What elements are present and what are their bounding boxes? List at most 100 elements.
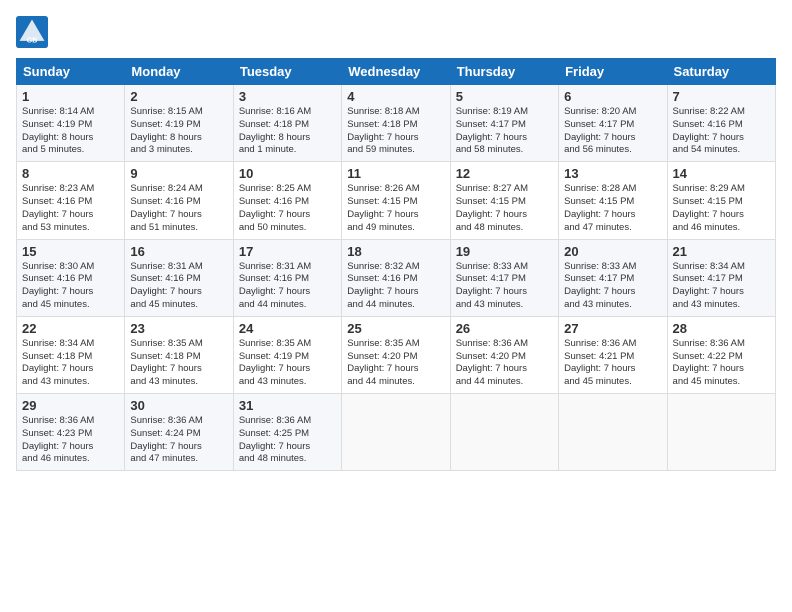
- day-info: Sunrise: 8:22 AM Sunset: 4:16 PM Dayligh…: [673, 106, 770, 157]
- day-header-saturday: Saturday: [667, 59, 775, 85]
- day-info: Sunrise: 8:33 AM Sunset: 4:17 PM Dayligh…: [564, 261, 661, 312]
- day-cell: 6Sunrise: 8:20 AM Sunset: 4:17 PM Daylig…: [559, 85, 667, 162]
- day-number: 21: [673, 244, 770, 259]
- day-cell: 23 Sunrise: 8:35 AM Sunset: 4:18 PM Dayli…: [125, 316, 233, 393]
- day-number: 3: [239, 89, 336, 104]
- day-number: 13: [564, 166, 661, 181]
- day-header-friday: Friday: [559, 59, 667, 85]
- week-row-2: 8 Sunrise: 8:23 AM Sunset: 4:16 PM Daylig…: [17, 162, 776, 239]
- day-info: Sunrise: 8:28 AM Sunset: 4:15 PM Dayligh…: [564, 183, 661, 234]
- day-info: Sunrise: 8:29 AM Sunset: 4:15 PM Dayligh…: [673, 183, 770, 234]
- day-info: Sunrise: 8:26 AM Sunset: 4:15 PM Dayligh…: [347, 183, 444, 234]
- day-number: 5: [456, 89, 553, 104]
- day-number: 28: [673, 321, 770, 336]
- day-cell: 8 Sunrise: 8:23 AM Sunset: 4:16 PM Daylig…: [17, 162, 125, 239]
- day-cell: 5 Sunrise: 8:19 AM Sunset: 4:17 PM Daylig…: [450, 85, 558, 162]
- day-cell: 15 Sunrise: 8:30 AM Sunset: 4:16 PM Dayli…: [17, 239, 125, 316]
- day-number: 1: [22, 89, 119, 104]
- day-cell: 29 Sunrise: 8:36 AM Sunset: 4:23 PM Dayli…: [17, 394, 125, 471]
- week-row-3: 15 Sunrise: 8:30 AM Sunset: 4:16 PM Dayli…: [17, 239, 776, 316]
- day-number: 6: [564, 89, 661, 104]
- day-number: 11: [347, 166, 444, 181]
- day-info: Sunrise: 8:35 AM Sunset: 4:18 PM Dayligh…: [130, 338, 227, 389]
- day-number: 7: [673, 89, 770, 104]
- svg-text:GB: GB: [27, 37, 38, 45]
- day-header-wednesday: Wednesday: [342, 59, 450, 85]
- day-info: Sunrise: 8:36 AM Sunset: 4:21 PM Dayligh…: [564, 338, 661, 389]
- day-number: 12: [456, 166, 553, 181]
- day-cell: 4Sunrise: 8:18 AM Sunset: 4:18 PM Daylig…: [342, 85, 450, 162]
- day-number: 9: [130, 166, 227, 181]
- day-number: 18: [347, 244, 444, 259]
- day-header-monday: Monday: [125, 59, 233, 85]
- day-info: Sunrise: 8:32 AM Sunset: 4:16 PM Dayligh…: [347, 261, 444, 312]
- day-cell: 31Sunrise: 8:36 AM Sunset: 4:25 PM Dayli…: [233, 394, 341, 471]
- day-info: Sunrise: 8:33 AM Sunset: 4:17 PM Dayligh…: [456, 261, 553, 312]
- day-info: Sunrise: 8:30 AM Sunset: 4:16 PM Dayligh…: [22, 261, 119, 312]
- day-number: 8: [22, 166, 119, 181]
- day-info: Sunrise: 8:16 AM Sunset: 4:18 PM Dayligh…: [239, 106, 336, 157]
- day-number: 27: [564, 321, 661, 336]
- day-number: 22: [22, 321, 119, 336]
- day-info: Sunrise: 8:15 AM Sunset: 4:19 PM Dayligh…: [130, 106, 227, 157]
- day-number: 15: [22, 244, 119, 259]
- day-cell: 25 Sunrise: 8:35 AM Sunset: 4:20 PM Dayli…: [342, 316, 450, 393]
- day-number: 20: [564, 244, 661, 259]
- day-number: 29: [22, 398, 119, 413]
- day-cell: 16 Sunrise: 8:31 AM Sunset: 4:16 PM Dayli…: [125, 239, 233, 316]
- header-row: SundayMondayTuesdayWednesdayThursdayFrid…: [17, 59, 776, 85]
- day-header-tuesday: Tuesday: [233, 59, 341, 85]
- day-info: Sunrise: 8:18 AM Sunset: 4:18 PM Dayligh…: [347, 106, 444, 157]
- day-info: Sunrise: 8:14 AM Sunset: 4:19 PM Dayligh…: [22, 106, 119, 157]
- day-info: Sunrise: 8:34 AM Sunset: 4:18 PM Dayligh…: [22, 338, 119, 389]
- day-cell: 17 Sunrise: 8:31 AM Sunset: 4:16 PM Dayli…: [233, 239, 341, 316]
- day-info: Sunrise: 8:36 AM Sunset: 4:20 PM Dayligh…: [456, 338, 553, 389]
- day-info: Sunrise: 8:31 AM Sunset: 4:16 PM Dayligh…: [130, 261, 227, 312]
- day-info: Sunrise: 8:35 AM Sunset: 4:19 PM Dayligh…: [239, 338, 336, 389]
- day-cell: [342, 394, 450, 471]
- day-cell: [667, 394, 775, 471]
- logo: GB: [16, 16, 52, 48]
- day-cell: 27 Sunrise: 8:36 AM Sunset: 4:21 PM Dayli…: [559, 316, 667, 393]
- day-number: 30: [130, 398, 227, 413]
- day-header-sunday: Sunday: [17, 59, 125, 85]
- day-cell: 13 Sunrise: 8:28 AM Sunset: 4:15 PM Dayli…: [559, 162, 667, 239]
- day-info: Sunrise: 8:23 AM Sunset: 4:16 PM Dayligh…: [22, 183, 119, 234]
- logo-icon: GB: [16, 16, 48, 48]
- day-cell: [450, 394, 558, 471]
- day-cell: 22 Sunrise: 8:34 AM Sunset: 4:18 PM Dayli…: [17, 316, 125, 393]
- day-info: Sunrise: 8:19 AM Sunset: 4:17 PM Dayligh…: [456, 106, 553, 157]
- day-cell: 24 Sunrise: 8:35 AM Sunset: 4:19 PM Dayli…: [233, 316, 341, 393]
- day-cell: 19 Sunrise: 8:33 AM Sunset: 4:17 PM Dayli…: [450, 239, 558, 316]
- day-number: 17: [239, 244, 336, 259]
- day-cell: 20 Sunrise: 8:33 AM Sunset: 4:17 PM Dayli…: [559, 239, 667, 316]
- day-number: 26: [456, 321, 553, 336]
- day-cell: 3 Sunrise: 8:16 AM Sunset: 4:18 PM Daylig…: [233, 85, 341, 162]
- day-cell: 26 Sunrise: 8:36 AM Sunset: 4:20 PM Dayli…: [450, 316, 558, 393]
- day-info: Sunrise: 8:31 AM Sunset: 4:16 PM Dayligh…: [239, 261, 336, 312]
- week-row-5: 29 Sunrise: 8:36 AM Sunset: 4:23 PM Dayli…: [17, 394, 776, 471]
- day-info: Sunrise: 8:36 AM Sunset: 4:23 PM Dayligh…: [22, 415, 119, 466]
- day-number: 24: [239, 321, 336, 336]
- day-info: Sunrise: 8:36 AM Sunset: 4:24 PM Dayligh…: [130, 415, 227, 466]
- day-cell: 10Sunrise: 8:25 AM Sunset: 4:16 PM Dayli…: [233, 162, 341, 239]
- day-info: Sunrise: 8:35 AM Sunset: 4:20 PM Dayligh…: [347, 338, 444, 389]
- day-cell: 28 Sunrise: 8:36 AM Sunset: 4:22 PM Dayli…: [667, 316, 775, 393]
- day-header-thursday: Thursday: [450, 59, 558, 85]
- day-info: Sunrise: 8:36 AM Sunset: 4:22 PM Dayligh…: [673, 338, 770, 389]
- day-info: Sunrise: 8:36 AM Sunset: 4:25 PM Dayligh…: [239, 415, 336, 466]
- day-cell: 9Sunrise: 8:24 AM Sunset: 4:16 PM Daylig…: [125, 162, 233, 239]
- day-cell: 18 Sunrise: 8:32 AM Sunset: 4:16 PM Dayli…: [342, 239, 450, 316]
- day-number: 25: [347, 321, 444, 336]
- day-cell: 2Sunrise: 8:15 AM Sunset: 4:19 PM Daylig…: [125, 85, 233, 162]
- week-row-4: 22 Sunrise: 8:34 AM Sunset: 4:18 PM Dayli…: [17, 316, 776, 393]
- day-number: 14: [673, 166, 770, 181]
- day-number: 23: [130, 321, 227, 336]
- day-cell: 14 Sunrise: 8:29 AM Sunset: 4:15 PM Dayli…: [667, 162, 775, 239]
- day-number: 16: [130, 244, 227, 259]
- day-cell: 12Sunrise: 8:27 AM Sunset: 4:15 PM Dayli…: [450, 162, 558, 239]
- day-number: 10: [239, 166, 336, 181]
- day-cell: 1 Sunrise: 8:14 AM Sunset: 4:19 PM Daylig…: [17, 85, 125, 162]
- day-number: 19: [456, 244, 553, 259]
- day-cell: [559, 394, 667, 471]
